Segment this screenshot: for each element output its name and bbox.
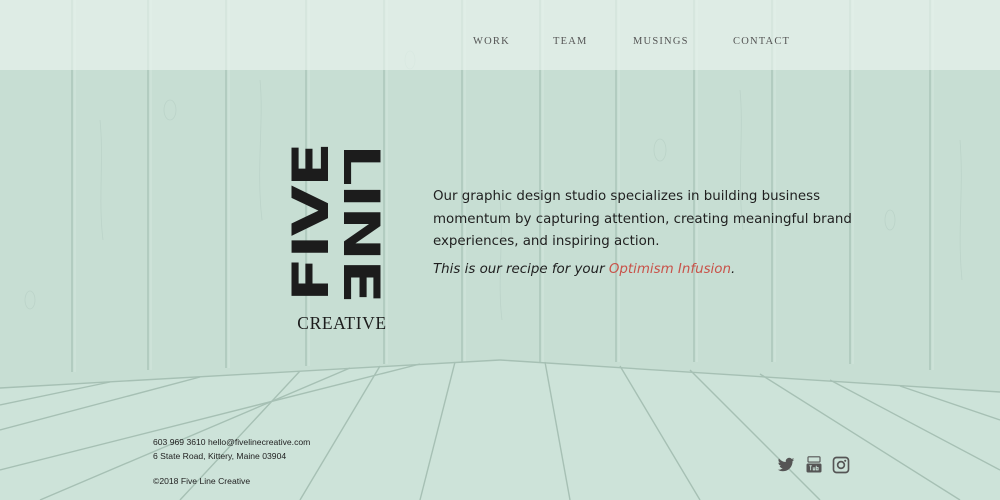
top-navigation-bar: WORK TEAM MUSINGS CONTACT [0, 0, 1000, 70]
instagram-icon[interactable] [832, 456, 850, 474]
youtube-icon[interactable] [805, 456, 823, 474]
intro-paragraph: Our graphic design studio specializes in… [433, 189, 852, 249]
recipe-line: This is our recipe for your Optimism Inf… [433, 262, 853, 277]
five-line-creative-logo[interactable]: FIVE LINE CREATIVE [284, 140, 400, 333]
main-nav: WORK TEAM MUSINGS CONTACT [0, 36, 1000, 50]
nav-link-musings[interactable]: MUSINGS [633, 36, 689, 47]
twitter-icon[interactable] [777, 456, 795, 474]
nav-link-team[interactable]: TEAM [553, 36, 588, 47]
nav-link-work[interactable]: WORK [473, 36, 510, 47]
logo-subtitle: CREATIVE [297, 313, 387, 333]
logo-word-five: FIVE [284, 144, 340, 302]
recipe-suffix: . [730, 262, 736, 277]
footer-contact[interactable]: 603 969 3610 hello@fivelinecreative.com [153, 437, 310, 447]
nav-link-contact[interactable]: CONTACT [733, 36, 790, 47]
footer-address: 6 State Road, Kittery, Maine 03904 [153, 451, 287, 461]
recipe-prefix: This is our recipe for your [433, 262, 609, 277]
logo-word-line: LINE [332, 144, 390, 302]
optimism-infusion-link[interactable]: Optimism Infusion [609, 262, 731, 277]
footer-copyright: ©2018 Five Line Creative [153, 476, 251, 486]
logo-wordmark: FIVE LINE [284, 144, 390, 302]
